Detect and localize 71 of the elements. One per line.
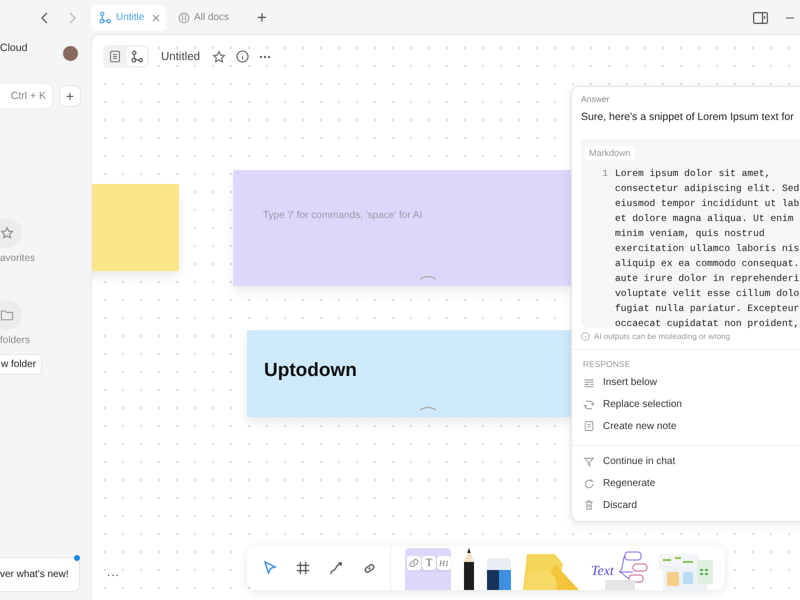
text-tool-drawing[interactable]: T H1: [405, 548, 451, 590]
action-item[interactable]: Create new note: [572, 415, 800, 438]
section-label: folders: [0, 335, 30, 346]
docs-icon: [178, 12, 190, 24]
note-icon: [583, 420, 595, 432]
tab-label: All docs: [194, 12, 230, 23]
folder-icon: [0, 309, 14, 321]
action-item[interactable]: Insert below: [572, 372, 800, 394]
edgeless-icon: [99, 11, 112, 24]
regenerate-icon: [583, 478, 595, 490]
search-field[interactable]: Ctrl + K: [0, 84, 52, 108]
close-icon[interactable]: [152, 14, 160, 22]
more-icon[interactable]: [259, 54, 271, 58]
action-item[interactable]: Replace selection: [572, 394, 800, 416]
resize-handle-icon[interactable]: [419, 275, 437, 280]
whats-new-button[interactable]: ver what's new!: [0, 557, 80, 592]
insert-icon: [583, 376, 595, 389]
code-line: aliquip ex ea commodo consequat.: [615, 257, 800, 271]
code-line: et dolore magna aliqua. Ut enim: [615, 212, 794, 226]
note-placeholder: Type '/' for commands, 'space' for AI: [263, 210, 422, 221]
tool-label: H1: [437, 556, 451, 570]
section-heading: RESPONSE: [583, 359, 632, 369]
action-item[interactable]: Regenerate: [572, 472, 800, 494]
info-icon[interactable]: [236, 50, 249, 63]
resize-handle-icon[interactable]: [419, 406, 437, 411]
line-number: 1: [601, 167, 608, 181]
code-line: consectetur adipiscing elit. Sed: [615, 182, 800, 196]
star-icon[interactable]: [212, 50, 226, 64]
language-label: Markdown: [585, 146, 635, 160]
link-icon: [407, 556, 421, 570]
answer-heading: Answer: [581, 94, 610, 104]
discard-icon: [583, 499, 595, 512]
code-line: exercitation ullamco laboris nis: [615, 242, 800, 256]
connector-icon[interactable]: [328, 560, 344, 576]
add-button[interactable]: +: [60, 86, 80, 106]
mode-toggle[interactable]: [127, 47, 147, 66]
tab-label: Untitle: [116, 12, 146, 23]
pointer-icon[interactable]: [262, 560, 278, 576]
section-label: avorites: [0, 253, 36, 264]
action-item[interactable]: Discard: [572, 494, 800, 516]
frame-icon[interactable]: [296, 561, 310, 575]
answer-text: Sure, here's a snippet of Lorem Ipsum text for: [581, 111, 795, 123]
pencil-drawing[interactable]: [461, 548, 477, 590]
edgeless-icon: [130, 50, 144, 63]
code-line: Lorem ipsum dolor sit amet,: [615, 167, 772, 181]
tool-label: Text: [591, 564, 614, 580]
new-tab-button[interactable]: +: [253, 9, 271, 26]
code-line: voluptate velit esse cillum dolo: [615, 287, 800, 301]
sidebar-toggle-icon[interactable]: [753, 12, 768, 24]
workspace-name[interactable]: Cloud: [0, 42, 28, 72]
new-folder-button[interactable]: w folder: [0, 354, 42, 375]
doc-title[interactable]: Untitled: [161, 50, 200, 62]
mindmap-drawing[interactable]: Text: [589, 550, 649, 590]
more-button[interactable]: ...: [107, 565, 120, 579]
code-line: minim veniam, quis nostrud: [615, 227, 766, 241]
disclaimer-text: AI outputs can be misleading or wrong: [594, 332, 730, 341]
note-heading: Uptodown: [264, 360, 357, 382]
eraser-drawing[interactable]: [487, 558, 511, 590]
replace-icon: [583, 398, 595, 411]
info-icon: [581, 332, 590, 341]
code-line: aute irure dolor in reprehenderi: [615, 272, 800, 286]
page-icon: [109, 50, 121, 63]
avatar[interactable]: [63, 46, 78, 61]
code-line: fugiat nulla pariatur. Excepteur: [615, 302, 800, 316]
tool-label: T: [422, 556, 436, 570]
action-item[interactable]: Continue in chat: [572, 451, 800, 473]
sticky-note[interactable]: Uptodown: [247, 330, 571, 417]
code-line: occaecat cupidatat non proident,: [615, 317, 800, 331]
star-icon: [0, 226, 14, 240]
minimize-icon[interactable]: [786, 16, 794, 18]
code-line: eiusmod tempor incididunt ut lab: [615, 197, 800, 211]
